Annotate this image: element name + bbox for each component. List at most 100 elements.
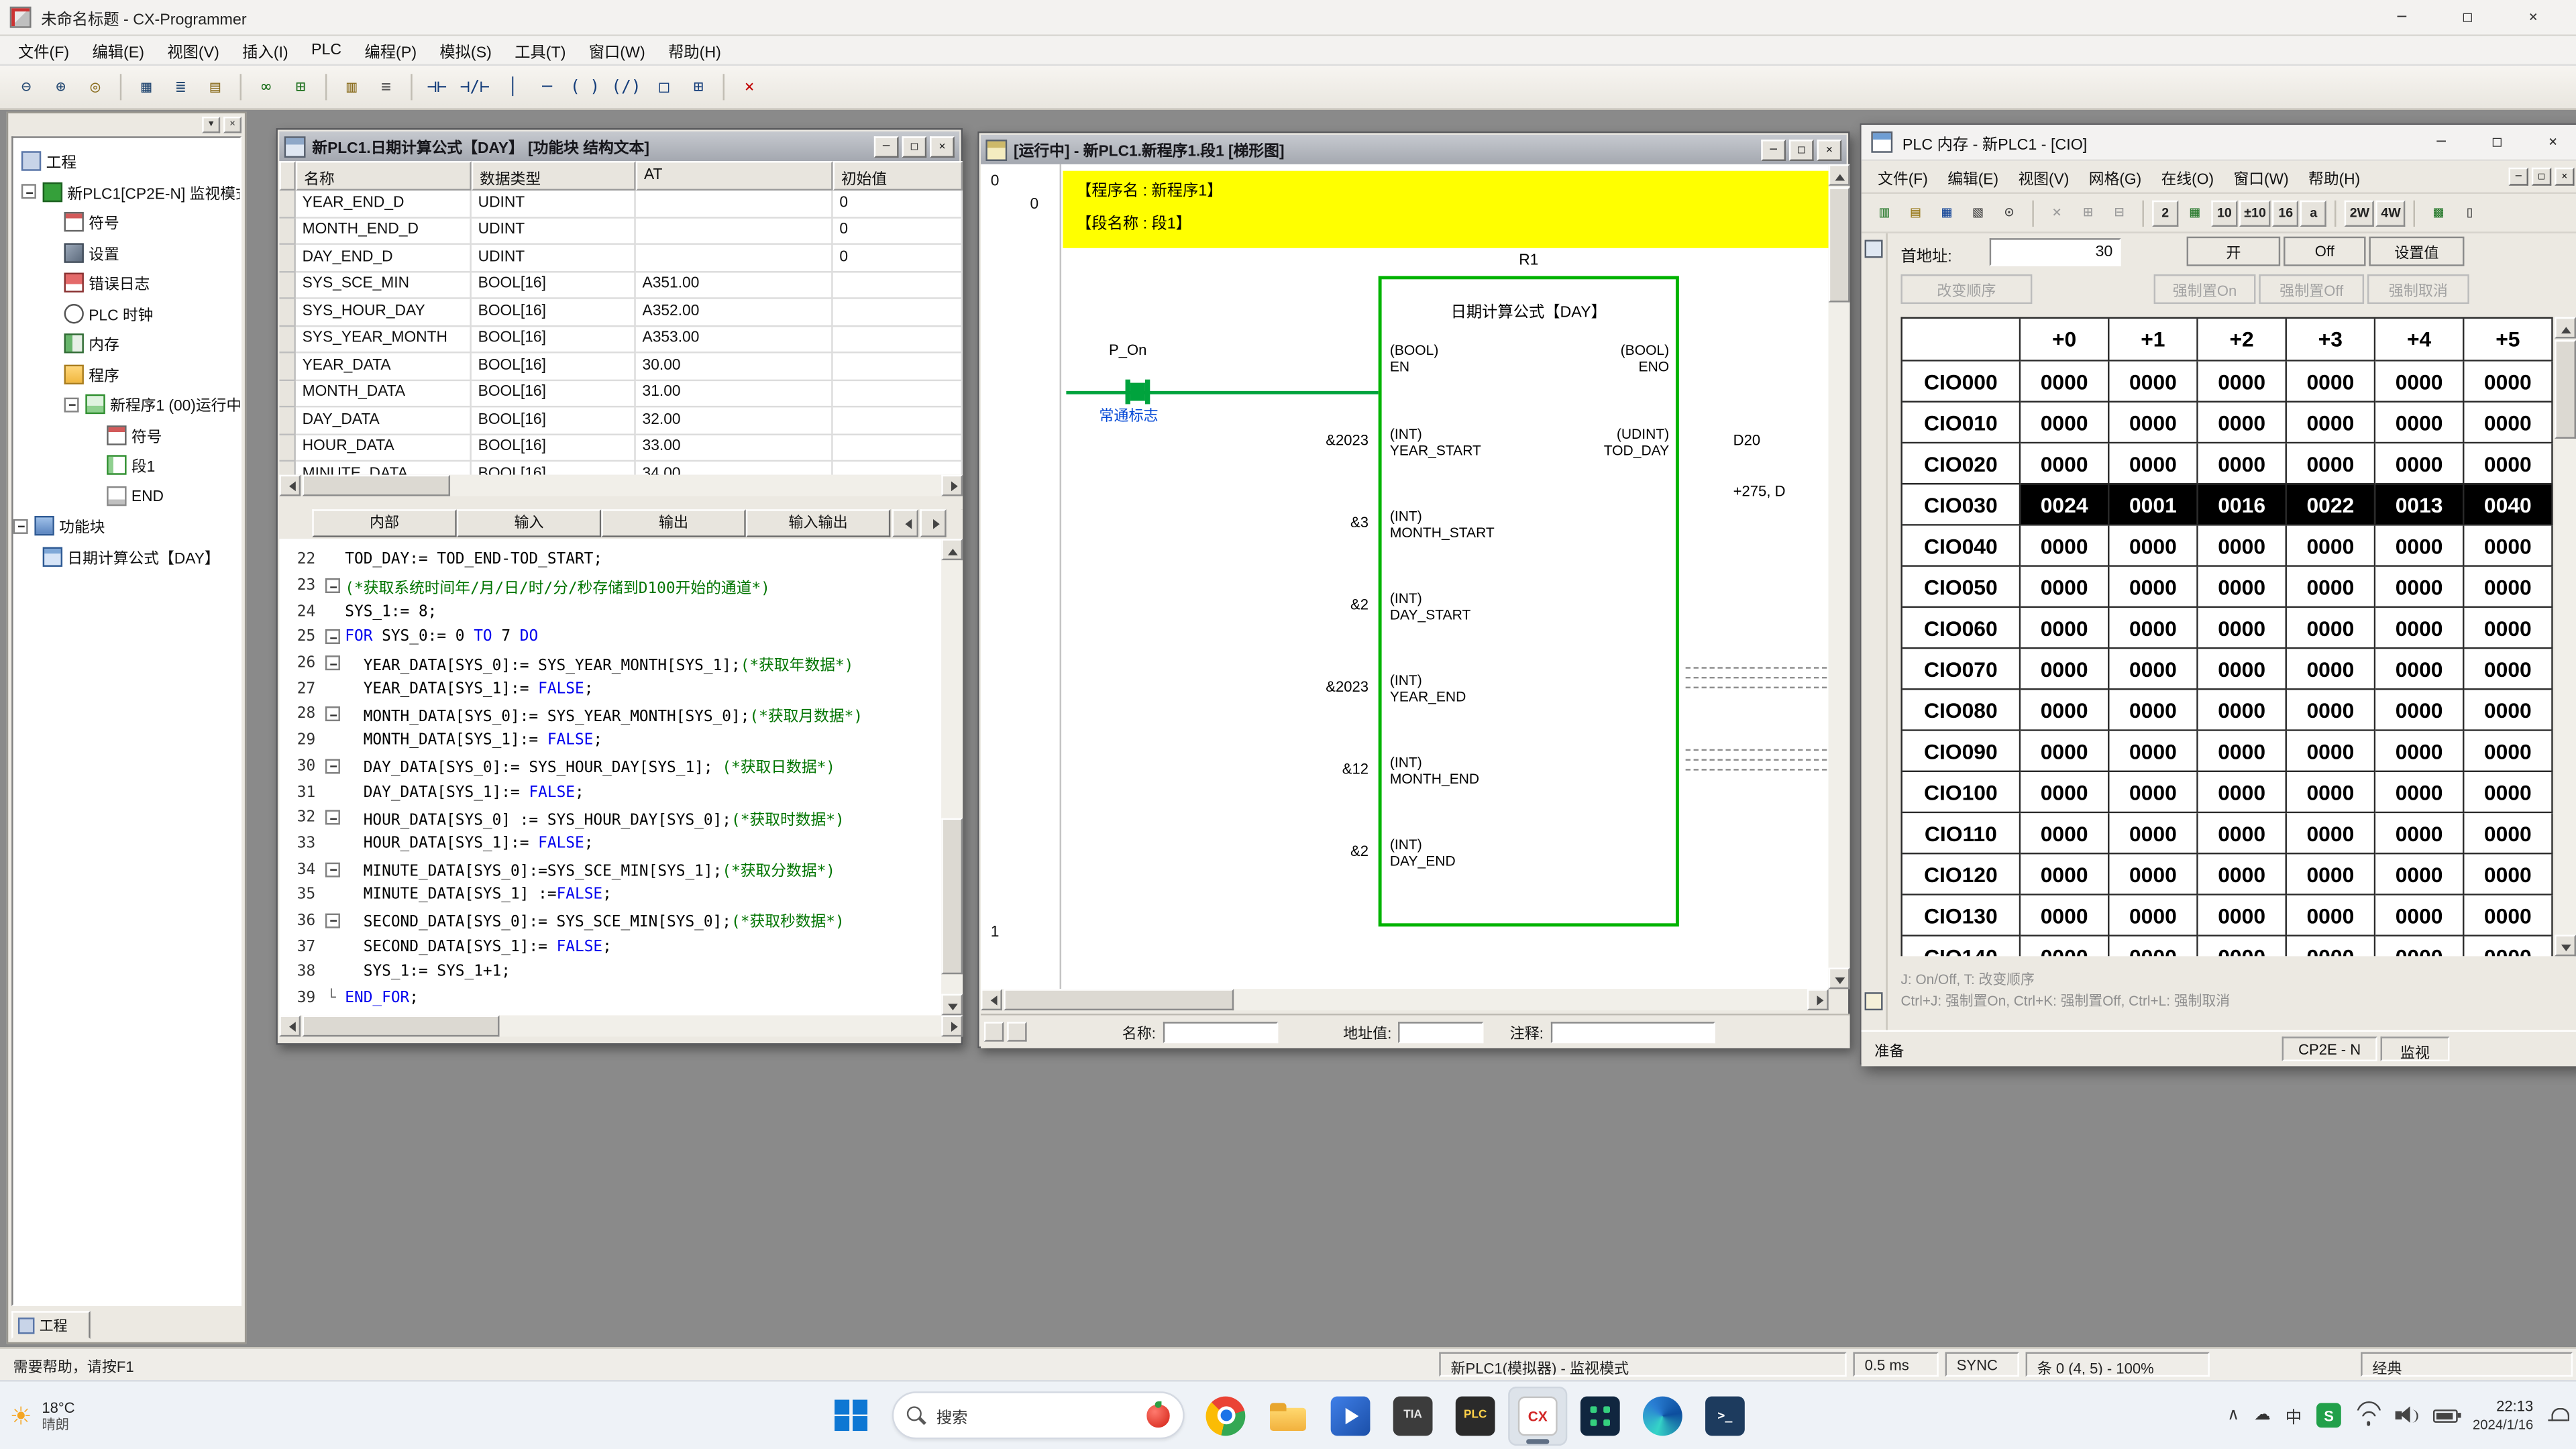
memory-cell[interactable]: 0000 (2464, 896, 2553, 936)
table-row[interactable]: DAY_DATABOOL[16]32.00 (279, 407, 963, 434)
row-selector[interactable] (279, 380, 295, 407)
table-cell[interactable]: 0 (833, 217, 963, 244)
symbol-table-icon[interactable]: ▤ (199, 72, 231, 103)
table-cell[interactable] (833, 272, 963, 299)
comment-field[interactable] (1550, 1021, 1715, 1042)
row-selector[interactable] (279, 462, 295, 475)
scroll-thumb[interactable] (1829, 187, 1850, 302)
zoom-out-icon[interactable]: ⊖ (10, 72, 43, 103)
open-icon[interactable]: ▤ (1900, 198, 1930, 227)
memory-row-CIO000[interactable]: CIO000000000000000000000000000 (1902, 362, 2553, 402)
scroll-up-icon[interactable] (2555, 317, 2576, 339)
tree-item-8[interactable]: 新程序1 (00)运行中 (13, 389, 240, 419)
format-hex-button[interactable]: 16 (2273, 200, 2299, 226)
search-box[interactable]: 搜索 (892, 1391, 1185, 1439)
vertical-line-icon[interactable]: │ (496, 72, 529, 103)
child-minimize-button[interactable]: ─ (2509, 168, 2528, 186)
memory-cell[interactable]: 0000 (2021, 362, 2109, 402)
menu-item[interactable]: 帮助(H) (657, 36, 733, 65)
memory-cell[interactable]: 0000 (2021, 567, 2109, 608)
memory-cell[interactable]: 0000 (2375, 731, 2464, 772)
fold-box-icon[interactable] (325, 914, 340, 928)
memory-cell[interactable]: 0000 (2287, 526, 2375, 567)
memory-cell[interactable]: 0016 (2198, 484, 2287, 525)
table-cell[interactable]: MONTH_DATA (296, 380, 472, 407)
tab-project[interactable]: 工程 (11, 1311, 91, 1339)
fold-marker[interactable] (323, 707, 345, 722)
zoom-in-icon[interactable]: ⊕ (44, 72, 77, 103)
tabs-scroll-left-icon[interactable] (892, 509, 918, 537)
fold-box-icon[interactable] (325, 630, 340, 645)
menu-item[interactable]: PLC (300, 38, 354, 62)
new-instruction-icon[interactable]: □ (647, 72, 680, 103)
close-button[interactable]: × (2500, 0, 2566, 34)
memory-cell[interactable]: 0000 (2109, 362, 2198, 402)
memory-cell[interactable]: 0000 (2375, 649, 2464, 690)
menu-item[interactable]: 编辑(E) (80, 36, 156, 65)
memory-cell[interactable]: 0000 (2198, 362, 2287, 402)
table-cell[interactable]: 34.00 (636, 462, 833, 475)
memory-cell[interactable]: 0000 (2375, 608, 2464, 649)
code-line-30[interactable]: 30 DAY_DATA[SYS_0]:= SYS_HOUR_DAY[SYS_1]… (279, 753, 941, 779)
table-row[interactable]: SYS_HOUR_DAYBOOL[16]A352.00 (279, 299, 963, 326)
code-line-37[interactable]: 37 SECOND_DATA[SYS_1]:= FALSE; (279, 934, 941, 959)
mnemonic-view-icon[interactable]: ≡ (370, 72, 402, 103)
memory-cell[interactable]: 0000 (2375, 813, 2464, 854)
code-line-23[interactable]: 23(*获取系统时间年/月/日/时/分/秒存储到D100开始的通道*) (279, 573, 941, 598)
tree-item-1[interactable]: 新PLC1[CP2E-N] 监视模式 (13, 176, 240, 207)
memory-cell[interactable]: 0000 (2375, 772, 2464, 813)
memory-cell[interactable]: 0000 (2198, 526, 2287, 567)
memory-cell[interactable]: 0000 (2109, 690, 2198, 731)
memory-row-CIO120[interactable]: CIO120000000000000000000000000 (1902, 854, 2553, 895)
taskbar-app-edge[interactable] (1633, 1386, 1692, 1445)
table-cell[interactable] (636, 217, 833, 244)
memory-cell[interactable]: 0000 (2109, 649, 2198, 690)
horizontal-line-icon[interactable]: ─ (531, 72, 564, 103)
memory-cell[interactable]: 0000 (2287, 567, 2375, 608)
fb-input-operand[interactable]: &3 (1227, 515, 1368, 531)
memory-minimize-button[interactable]: ─ (2414, 125, 2469, 159)
memory-row-CIO140[interactable]: CIO140000000000000000000000000 (1902, 936, 2553, 956)
footer-tool-icon[interactable] (1007, 1022, 1026, 1041)
table-cell[interactable]: SYS_HOUR_DAY (296, 299, 472, 326)
fb-restore-button[interactable]: □ (902, 136, 926, 157)
memory-row-CIO040[interactable]: CIO040000000000000000000000000 (1902, 526, 2553, 567)
scroll-thumb[interactable] (303, 475, 450, 496)
tree-item-12[interactable]: 功能块 (13, 511, 240, 541)
memory-cell[interactable]: 0000 (2198, 402, 2287, 443)
memory-cell[interactable]: 0000 (2464, 690, 2553, 731)
print-icon[interactable]: ▧ (1964, 198, 1993, 227)
st-code-editor[interactable]: 22TOD_DAY:= TOD_END-TOD_START;23(*获取系统时间… (279, 539, 941, 1015)
table-cell[interactable]: BOOL[16] (472, 354, 636, 380)
table-cell[interactable]: 0 (833, 191, 963, 217)
memory-cell[interactable]: 0000 (2287, 936, 2375, 956)
grid-view-icon[interactable]: ▦ (129, 72, 162, 103)
memory-vscrollbar[interactable] (2555, 317, 2576, 957)
memory-cell[interactable]: 0000 (2198, 772, 2287, 813)
tree-item-13[interactable]: 日期计算公式【DAY】 (13, 541, 240, 572)
table-cell[interactable]: HOUR_DATA (296, 435, 472, 462)
memory-cell[interactable]: 0000 (2198, 649, 2287, 690)
tree-item-5[interactable]: PLC 时钟 (13, 298, 240, 328)
taskbar-app-remote-tool[interactable]: >_ (1695, 1386, 1754, 1445)
new-fb-invocation-icon[interactable]: ⊞ (682, 72, 715, 103)
table-cell[interactable]: A351.00 (636, 272, 833, 299)
format-2word-button[interactable]: 2W (2345, 200, 2374, 226)
tree-item-9[interactable]: 符号 (13, 420, 240, 450)
memory-cell[interactable]: 0000 (2464, 402, 2553, 443)
child-restore-button[interactable]: □ (2532, 168, 2551, 186)
memory-cell[interactable]: 0000 (2287, 854, 2375, 895)
format-binary-button[interactable]: 2 (2152, 200, 2178, 226)
battery-icon[interactable] (2433, 1409, 2458, 1422)
row-selector[interactable] (279, 299, 295, 326)
main-titlebar[interactable]: 未命名标题 - CX-Programmer ─ □ × (0, 0, 2576, 36)
fb-output-operand[interactable]: D20 (1733, 432, 1825, 448)
table-row[interactable]: YEAR_END_DUDINT0 (279, 191, 963, 217)
memory-cell[interactable]: 0000 (2021, 443, 2109, 484)
scroll-left-icon[interactable] (981, 989, 1002, 1010)
table-row[interactable]: MONTH_DATABOOL[16]31.00 (279, 380, 963, 407)
memory-cell[interactable]: 0000 (2287, 731, 2375, 772)
table-cell[interactable]: 31.00 (636, 380, 833, 407)
column-header[interactable]: 名称 (296, 161, 472, 191)
code-hscrollbar[interactable] (279, 1015, 963, 1036)
